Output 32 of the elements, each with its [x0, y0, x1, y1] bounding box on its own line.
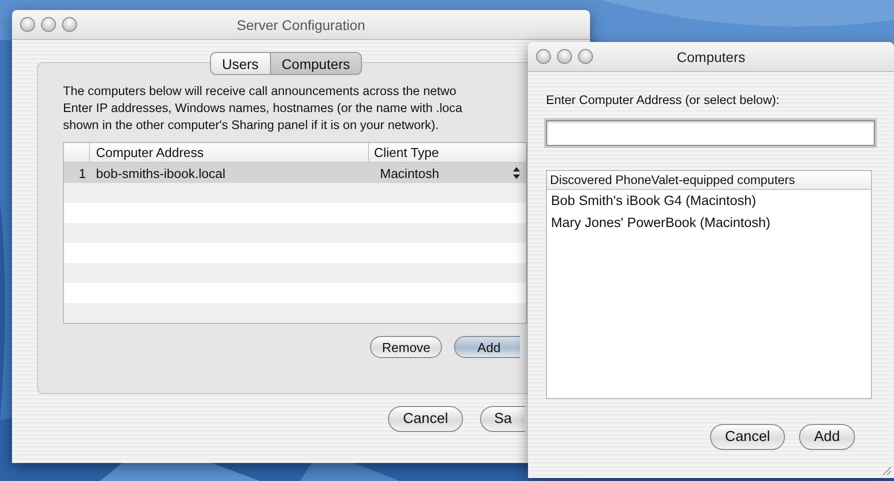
- dialog-button[interactable]: Cancel: [388, 406, 464, 432]
- dialog-button[interactable]: Sa: [480, 406, 526, 432]
- window-title: Server Configuration: [236, 16, 366, 32]
- window-control-icon[interactable]: [62, 17, 77, 32]
- description-line: Enter IP addresses, Windows names, hostnames (or the name with .loca: [63, 100, 462, 117]
- list-item[interactable]: Bob Smith's iBook G4 (Macintosh): [547, 190, 871, 212]
- list-button[interactable]: Remove: [370, 336, 442, 358]
- window-title: Computers: [676, 48, 746, 64]
- field-label: Enter Computer Address (or select below):: [546, 93, 780, 107]
- window-control-icon[interactable]: [41, 17, 56, 32]
- resize-grip-icon[interactable]: [881, 465, 891, 475]
- window-control-icon[interactable]: [557, 49, 572, 64]
- table-cell-text: bob-smiths-ibook.local: [95, 166, 226, 180]
- description-line: shown in the other computer's Sharing panel if it is on your network).: [63, 117, 439, 134]
- table-row[interactable]: 1 bob-smiths-ibook.local Macintosh: [64, 163, 526, 183]
- list-button[interactable]: Add: [454, 336, 520, 358]
- dialog-button[interactable]: Cancel: [710, 424, 786, 450]
- tab[interactable]: Computers: [270, 52, 362, 75]
- column-header: Client Type: [368, 143, 439, 162]
- stepper-icon[interactable]: [513, 167, 520, 179]
- client-type-popup[interactable]: Macintosh: [380, 166, 515, 180]
- description-line: The computers below will receive call announcements across the netwo: [63, 83, 456, 100]
- column-header: Discovered PhoneValet-equipped computers: [547, 171, 871, 190]
- window-control-icon[interactable]: [536, 49, 551, 64]
- row-number: 1: [78, 166, 87, 180]
- tab[interactable]: Users: [210, 52, 271, 75]
- window-control-icon[interactable]: [578, 49, 593, 64]
- list-item[interactable]: Mary Jones' PowerBook (Macintosh): [547, 212, 871, 234]
- column-header: Computer Address: [95, 144, 205, 162]
- window-control-icon[interactable]: [20, 17, 35, 32]
- address-field[interactable]: [546, 120, 875, 146]
- dialog-button[interactable]: Add: [799, 424, 855, 450]
